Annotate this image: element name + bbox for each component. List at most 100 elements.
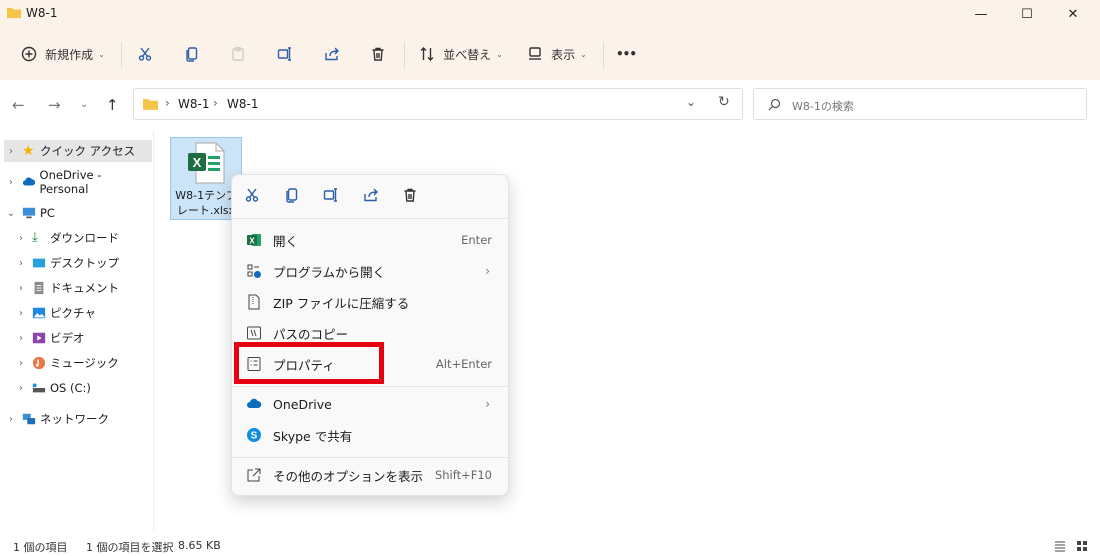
header-area: W8-1 — ☐ ✕ 新規作成 ⌄ 並べ替え ⌄ 表示 ⌄ •••	[0, 0, 1100, 80]
divider	[232, 218, 508, 219]
chevron-right-icon: ›	[19, 357, 23, 369]
menu-item-more-options[interactable]: その他のオプションを表示 Shift+F10	[232, 460, 508, 490]
svg-text:X: X	[249, 237, 255, 246]
menu-item-shortcut: Enter	[461, 233, 492, 247]
sidebar-item-music[interactable]: › ミュージック	[14, 352, 162, 374]
address-row: ← → ⌄ ↑ › W8-1 › W8-1 ⌄ ↻ W8-1の検索	[0, 80, 1100, 130]
maximize-button[interactable]: ☐	[1004, 0, 1050, 28]
menu-item-label: ZIP ファイルに圧縮する	[273, 295, 410, 311]
minimize-button[interactable]: —	[958, 0, 1004, 28]
delete-button[interactable]	[402, 187, 424, 209]
scissors-icon	[138, 47, 152, 61]
share-button[interactable]	[363, 187, 385, 209]
sidebar-item-os-drive[interactable]: › OS (C:)	[14, 377, 162, 399]
sidebar-item-documents[interactable]: › ドキュメント	[14, 277, 162, 299]
sidebar-item-pc[interactable]: ⌄ PC	[4, 202, 152, 224]
sidebar-item-label: クイック アクセス	[40, 144, 136, 158]
sidebar-item-pictures[interactable]: › ピクチャ	[14, 302, 162, 324]
new-button[interactable]: 新規作成 ⌄	[18, 40, 108, 68]
menu-item-shortcut: Alt+Enter	[435, 357, 492, 371]
menu-item-onedrive[interactable]: OneDrive ›	[232, 389, 508, 419]
network-icon	[22, 413, 36, 425]
item-count: 1 個の項目	[13, 541, 68, 554]
menu-item-label: パスのコピー	[273, 326, 349, 342]
sidebar-item-label: デスクトップ	[50, 256, 119, 270]
excel-icon: X	[247, 234, 261, 246]
skype-icon: S	[247, 428, 261, 442]
divider	[404, 42, 405, 68]
close-button[interactable]: ✕	[1050, 0, 1096, 28]
excel-file-icon: X	[188, 142, 225, 184]
copy-button[interactable]	[284, 187, 306, 209]
menu-item-skype-share[interactable]: S Skype で共有	[232, 420, 508, 450]
desktop-icon	[32, 258, 46, 268]
rename-icon	[323, 188, 337, 202]
refresh-icon[interactable]: ↻	[718, 94, 730, 110]
zip-icon	[248, 294, 260, 310]
more-options-button[interactable]: •••	[612, 40, 640, 68]
folder-icon	[7, 8, 21, 18]
menu-item-shortcut: Shift+F10	[434, 468, 492, 482]
navigation-pane: › ★ クイック アクセス › OneDrive - Personal ⌄ PC…	[0, 130, 154, 530]
drive-icon	[32, 383, 46, 393]
back-arrow-icon[interactable]: ←	[12, 96, 25, 114]
menu-item-open[interactable]: X 開く Enter	[232, 225, 508, 255]
chevron-right-icon: ›	[19, 282, 23, 294]
tiles-view-icon[interactable]	[1076, 540, 1088, 552]
search-box[interactable]: W8-1の検索	[753, 88, 1087, 120]
sidebar-item-label: ビデオ	[50, 331, 85, 345]
divider	[121, 42, 122, 68]
breadcrumb-item[interactable]: W8-1	[178, 97, 209, 111]
chevron-down-icon: ⌄	[580, 49, 587, 59]
recent-chevron-icon[interactable]: ⌄	[80, 99, 88, 110]
context-menu: X 開く Enter プログラムから開く › ZIP ファイルに圧縮する パスの…	[231, 174, 509, 496]
menu-item-label: Skype で共有	[273, 428, 353, 444]
breadcrumb-separator-icon: ›	[213, 96, 218, 110]
breadcrumb-item[interactable]: W8-1	[227, 97, 258, 111]
details-view-icon[interactable]	[1054, 540, 1066, 552]
delete-button[interactable]	[365, 40, 391, 68]
sidebar-item-quick-access[interactable]: › ★ クイック アクセス	[4, 140, 152, 162]
title-bar: W8-1 — ☐ ✕	[0, 0, 1100, 28]
rename-button[interactable]	[272, 40, 298, 68]
sidebar-item-onedrive[interactable]: › OneDrive - Personal	[4, 168, 152, 196]
divider	[232, 457, 508, 458]
trash-icon	[404, 188, 416, 202]
paste-icon	[232, 46, 244, 61]
picture-icon	[32, 307, 46, 319]
rename-button[interactable]	[323, 187, 345, 209]
cloud-icon	[247, 398, 262, 408]
view-button[interactable]: 表示 ⌄	[522, 40, 592, 68]
address-bar[interactable]: › W8-1 › W8-1 ⌄ ↻	[133, 88, 743, 120]
chevron-right-icon: ›	[9, 145, 13, 157]
view-icon	[529, 47, 542, 60]
copy-path-icon	[247, 326, 261, 340]
menu-item-compress-zip[interactable]: ZIP ファイルに圧縮する	[232, 287, 508, 317]
up-arrow-icon[interactable]: ↑	[106, 96, 119, 114]
share-button[interactable]	[319, 40, 345, 68]
cut-button[interactable]	[132, 40, 158, 68]
external-icon	[247, 468, 261, 482]
chevron-down-icon: ⌄	[496, 49, 503, 59]
chevron-right-icon: ›	[485, 264, 490, 278]
sidebar-item-videos[interactable]: › ビデオ	[14, 327, 162, 349]
forward-arrow-icon[interactable]: →	[48, 96, 61, 114]
divider	[603, 42, 604, 68]
paste-button[interactable]	[225, 40, 251, 68]
chevron-right-icon: ›	[8, 176, 13, 188]
sidebar-item-label: ミュージック	[50, 356, 119, 370]
plus-circle-icon	[21, 46, 37, 62]
sidebar-item-desktop[interactable]: › デスクトップ	[14, 252, 162, 274]
command-bar: 新規作成 ⌄ 並べ替え ⌄ 表示 ⌄ •••	[0, 34, 1100, 74]
sort-icon	[420, 47, 434, 61]
sidebar-item-downloads[interactable]: › ⤓ ダウンロード	[14, 227, 162, 249]
copy-button[interactable]	[179, 40, 205, 68]
trash-icon	[372, 47, 384, 61]
star-icon: ★	[22, 143, 35, 159]
monitor-icon	[22, 207, 36, 219]
chevron-down-icon[interactable]: ⌄	[686, 95, 696, 109]
cut-button[interactable]	[244, 187, 266, 209]
sort-button[interactable]: 並べ替え ⌄	[415, 40, 507, 68]
sidebar-item-network[interactable]: › ネットワーク	[4, 408, 152, 430]
menu-item-open-with[interactable]: プログラムから開く ›	[232, 256, 508, 286]
